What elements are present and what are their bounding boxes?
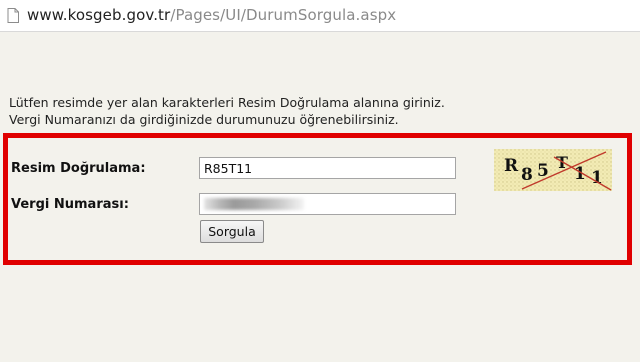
instruction-line-2: Vergi Numaranızı da girdiğinizde durumun… <box>9 112 399 127</box>
page-icon <box>7 8 19 23</box>
captcha-char-2: 8 <box>521 165 533 185</box>
sorgula-button[interactable]: Sorgula <box>200 220 264 243</box>
vergi-label: Vergi Numarası: <box>11 197 129 212</box>
captcha-input[interactable] <box>199 157 456 179</box>
blurred-redaction <box>204 198 304 210</box>
captcha-char-1: R <box>504 156 519 176</box>
captcha-image: R 8 5 T 1 1 <box>494 149 612 191</box>
captcha-label: Resim Doğrulama: <box>11 161 146 176</box>
url-domain: www.kosgeb.gov.tr <box>27 6 171 24</box>
instruction-line-1: Lütfen resimde yer alan karakterleri Res… <box>9 95 445 110</box>
vergi-input[interactable] <box>199 193 456 215</box>
address-bar[interactable]: www.kosgeb.gov.tr/Pages/UI/DurumSorgula.… <box>0 0 640 32</box>
url-text[interactable]: www.kosgeb.gov.tr/Pages/UI/DurumSorgula.… <box>27 6 396 24</box>
instructions-text: Lütfen resimde yer alan karakterleri Res… <box>9 94 445 128</box>
url-path: /Pages/UI/DurumSorgula.aspx <box>170 6 397 24</box>
